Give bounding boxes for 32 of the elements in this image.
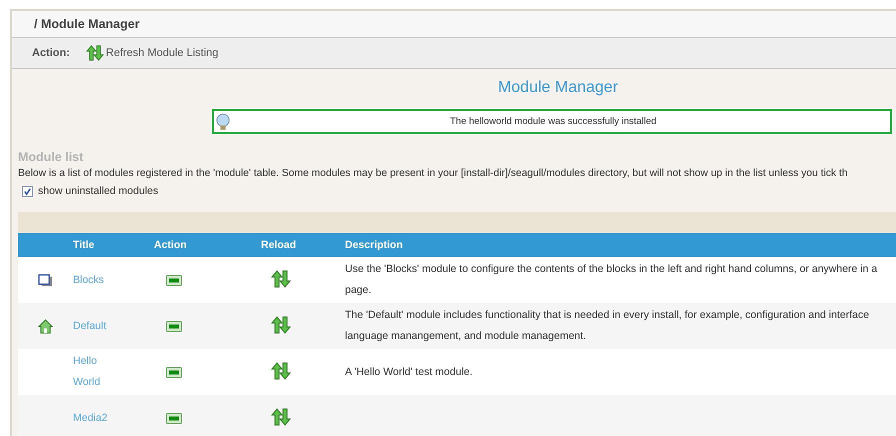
module-link[interactable]: Media2 <box>73 408 113 428</box>
uninstall-button[interactable] <box>166 366 182 378</box>
module-description: The 'Default' module includes functionality that is needed in every install, for example, configuration and interface language manangement, and module management. <box>345 309 870 342</box>
module-link[interactable]: Default <box>73 316 113 336</box>
column-header: Action <box>154 239 187 251</box>
house-icon <box>38 318 52 334</box>
column-header: Title <box>73 239 94 251</box>
uninstall-button[interactable] <box>166 320 182 332</box>
action-label: Action: <box>32 47 70 59</box>
reload-button[interactable] <box>271 268 291 288</box>
intro-text: Below is a list of modules registered in the 'module' table. Some modules may be present in your [install-dir]/seagull/modules directory, but will not show up in the list unless you tick th <box>18 168 848 179</box>
checkbox[interactable] <box>22 186 33 196</box>
column-header: Description <box>345 238 403 250</box>
column-header: Reload <box>261 239 296 251</box>
refresh-link[interactable]: Refresh Module Listing <box>86 44 218 62</box>
reload-button[interactable] <box>271 406 291 426</box>
module-link[interactable]: Hello World <box>73 351 113 393</box>
page-heading: Module Manager <box>496 79 620 97</box>
module-link[interactable]: Blocks <box>73 270 113 290</box>
module-description: Use the 'Blocks' module to configure the contents of the blocks in the left and right hand columns, or anywhere in a page. <box>345 263 878 296</box>
uninstall-button[interactable] <box>166 274 182 286</box>
uninstall-button[interactable] <box>166 412 182 424</box>
module-description: A 'Hello World' test module. <box>345 366 473 378</box>
refresh-icon <box>86 44 104 62</box>
reload-button[interactable] <box>271 314 291 334</box>
lightbulb-icon <box>216 112 230 130</box>
section-title: Module list <box>18 150 84 164</box>
windows-icon <box>38 272 52 288</box>
breadcrumb: / Module Manager <box>34 17 140 31</box>
success-message: The helloworld module was successfully installed <box>212 109 892 134</box>
reload-button[interactable] <box>271 360 291 380</box>
checkbox-label: show uninstalled modules <box>38 185 158 197</box>
